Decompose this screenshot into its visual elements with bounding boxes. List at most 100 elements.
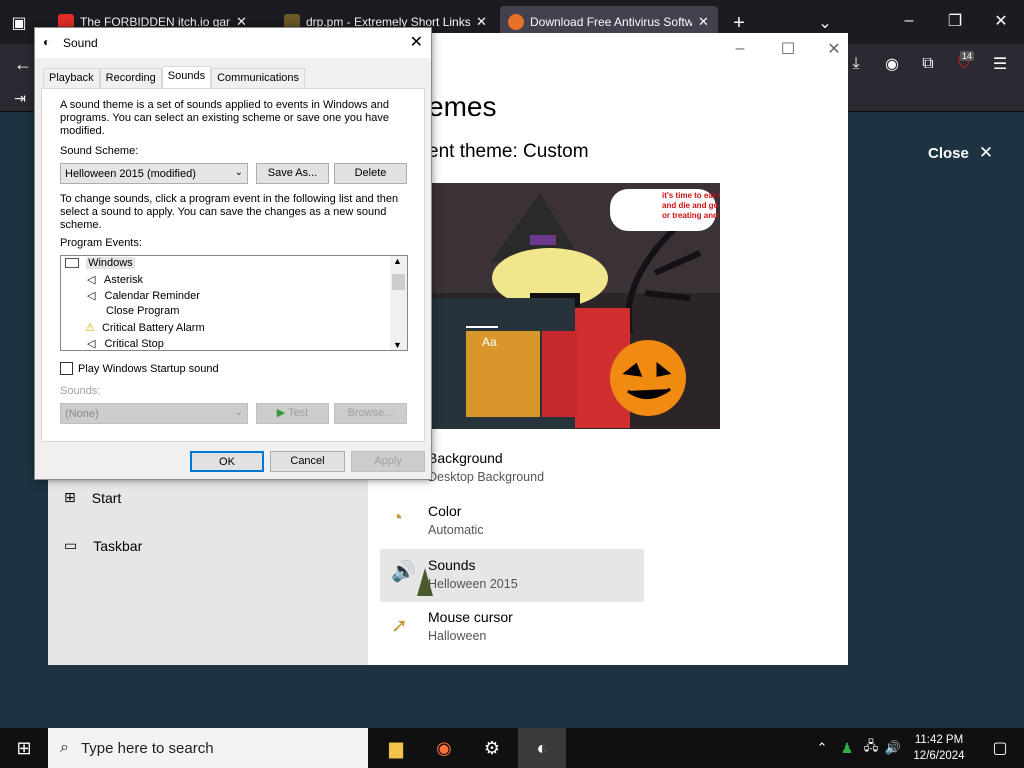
sound-app-icon[interactable]: ◐ — [518, 728, 566, 768]
close-tab-icon[interactable]: ✕ — [698, 14, 709, 30]
list-item[interactable]: ◁ Asterisk — [87, 273, 143, 289]
halloween-cursor-icon — [417, 568, 433, 596]
page-title: emes — [428, 91, 497, 122]
nav-item-start[interactable]: ⊞ Start — [64, 489, 121, 506]
current-theme-label: ent theme: Custom — [428, 141, 589, 162]
volume-icon[interactable]: 🔊 — [882, 728, 904, 768]
file-explorer-icon[interactable]: ▆ — [372, 728, 420, 768]
minimize-icon[interactable]: – — [896, 10, 922, 32]
option-value: Automatic — [428, 523, 484, 537]
checkbox-box[interactable] — [60, 362, 73, 375]
extensions-icon[interactable]: ⧉ — [916, 52, 940, 76]
close-icon: ✕ — [978, 143, 994, 162]
list-item[interactable]: ◁ Calendar Reminder — [87, 289, 200, 305]
restore-icon[interactable]: ❐ — [942, 10, 968, 32]
windows-start-icon[interactable]: ⊞ — [0, 728, 48, 768]
events-label: Program Events: — [60, 237, 142, 249]
tab-playback[interactable]: Playback — [43, 68, 100, 88]
mouse-cursor-option[interactable]: ➚ Mouse cursor Halloween — [391, 607, 644, 659]
user-icon[interactable]: ♟ — [836, 728, 858, 768]
windows-icon — [65, 258, 79, 269]
nav-item-taskbar[interactable]: ▭ Taskbar — [64, 537, 142, 554]
maximize-icon[interactable]: ☐ — [776, 39, 800, 59]
event-label: Windows — [86, 257, 135, 269]
list-item[interactable]: ◁ Critical Stop — [87, 337, 164, 350]
startup-sound-checkbox[interactable]: Play Windows Startup sound — [60, 362, 219, 375]
chevron-down-icon: ⌄ — [234, 407, 243, 418]
dialog-title: Sound — [63, 36, 98, 50]
browse-button[interactable]: Browse... — [334, 403, 407, 424]
close-tab-icon[interactable]: ✕ — [476, 14, 487, 30]
color-option[interactable]: ◔ Color Automatic — [391, 501, 644, 553]
event-label: Asterisk — [103, 274, 144, 286]
avast-favicon-icon — [508, 14, 524, 30]
clock-date: 12/6/2024 — [913, 750, 965, 762]
close-window-icon[interactable]: ✕ — [988, 10, 1014, 32]
chevron-down-icon[interactable]: ⌄ — [814, 12, 836, 34]
search-box[interactable]: ⌕ Type here to search — [48, 728, 368, 768]
test-label: Test — [288, 407, 309, 419]
notification-icon[interactable]: ▢ — [976, 728, 1024, 768]
close-window-icon[interactable]: ✕ — [822, 39, 846, 59]
settings-gear-icon[interactable]: ⚙ — [468, 728, 516, 768]
ok-button[interactable]: OK — [190, 451, 264, 472]
tab-recording[interactable]: Recording — [99, 68, 162, 88]
tab-label: Download Free Antivirus Softw — [530, 15, 692, 29]
event-label: Calendar Reminder — [104, 290, 200, 302]
theme-preview-image: it's time to eat shit and die and go tri… — [430, 183, 720, 429]
chevron-up-icon[interactable]: ⌃ — [810, 728, 834, 768]
nav-label: Taskbar — [93, 537, 143, 554]
dialog-titlebar: ◐ Sound ✕ — [35, 28, 431, 58]
test-button[interactable]: ▶ Test — [256, 403, 329, 424]
import-icon[interactable]: ⇥ — [10, 88, 30, 108]
option-value: Desktop Background — [428, 470, 545, 484]
delete-button[interactable]: Delete — [334, 163, 407, 184]
instructions-text: To change sounds, click a program event … — [60, 193, 399, 231]
palette-icon: ◔ — [391, 507, 404, 529]
sounds-value: (None) — [65, 408, 99, 420]
nav-label: Start — [91, 489, 122, 506]
apply-button[interactable]: Apply — [351, 451, 425, 472]
option-value: Helloween 2015 — [428, 577, 518, 591]
tab-sounds[interactable]: Sounds — [161, 66, 212, 88]
back-icon[interactable]: ← — [10, 52, 36, 76]
speaker-icon: ◁ — [87, 290, 96, 302]
list-item[interactable]: ⚠ Critical Battery Alarm — [85, 321, 205, 337]
option-title: Mouse cursor — [428, 609, 513, 625]
program-events-list[interactable]: Windows ◁ Asterisk ◁ Calendar Reminder C… — [60, 255, 408, 351]
event-label: Critical Stop — [104, 338, 164, 350]
start-icon: ⊞ — [64, 489, 76, 505]
scroll-thumb[interactable] — [392, 274, 405, 290]
firefox-icon[interactable]: ◉ — [420, 728, 468, 768]
event-label: Critical Battery Alarm — [101, 322, 205, 334]
list-scrollbar[interactable]: ▲ ▼ — [390, 256, 407, 350]
sound-dialog: ◐ Sound ✕ Playback Recording Sounds Comm… — [34, 27, 432, 480]
play-icon: ▶ — [276, 407, 286, 419]
plus-icon[interactable]: + — [728, 12, 750, 34]
network-icon[interactable]: 🖧 — [860, 728, 882, 768]
tab-communications[interactable]: Communications — [211, 68, 306, 88]
minimize-icon[interactable]: – — [728, 39, 752, 59]
clock[interactable]: 11:42 PM 12/6/2024 — [906, 732, 972, 764]
list-item[interactable]: Windows — [65, 257, 135, 273]
account-icon[interactable]: ◉ — [880, 52, 904, 76]
scheme-select[interactable]: Helloween 2015 (modified) ⌄ — [60, 163, 248, 184]
event-label: Close Program — [106, 305, 180, 317]
tab-list-icon[interactable]: ▣ — [8, 12, 30, 34]
option-title: Background — [428, 450, 503, 466]
close-icon[interactable]: ✕ — [410, 32, 423, 52]
sounds-select[interactable]: (None) ⌄ — [60, 403, 248, 424]
warning-icon: ⚠ — [85, 322, 95, 334]
download-badge: 14 — [960, 51, 975, 61]
scheme-value: Helloween 2015 (modified) — [65, 168, 196, 180]
cancel-button[interactable]: Cancel — [270, 451, 345, 472]
clock-time: 11:42 PM — [914, 734, 964, 746]
list-item[interactable]: Close Program — [106, 305, 179, 321]
menu-icon[interactable]: ☰ — [988, 52, 1012, 76]
close-link[interactable]: Close ✕ — [928, 143, 993, 163]
save-as-button[interactable]: Save As... — [256, 163, 329, 184]
scroll-down-icon[interactable]: ▼ — [393, 340, 402, 350]
option-title: Sounds — [428, 557, 476, 573]
cursor-icon: ➚ — [391, 615, 408, 637]
scroll-up-icon[interactable]: ▲ — [393, 256, 402, 266]
